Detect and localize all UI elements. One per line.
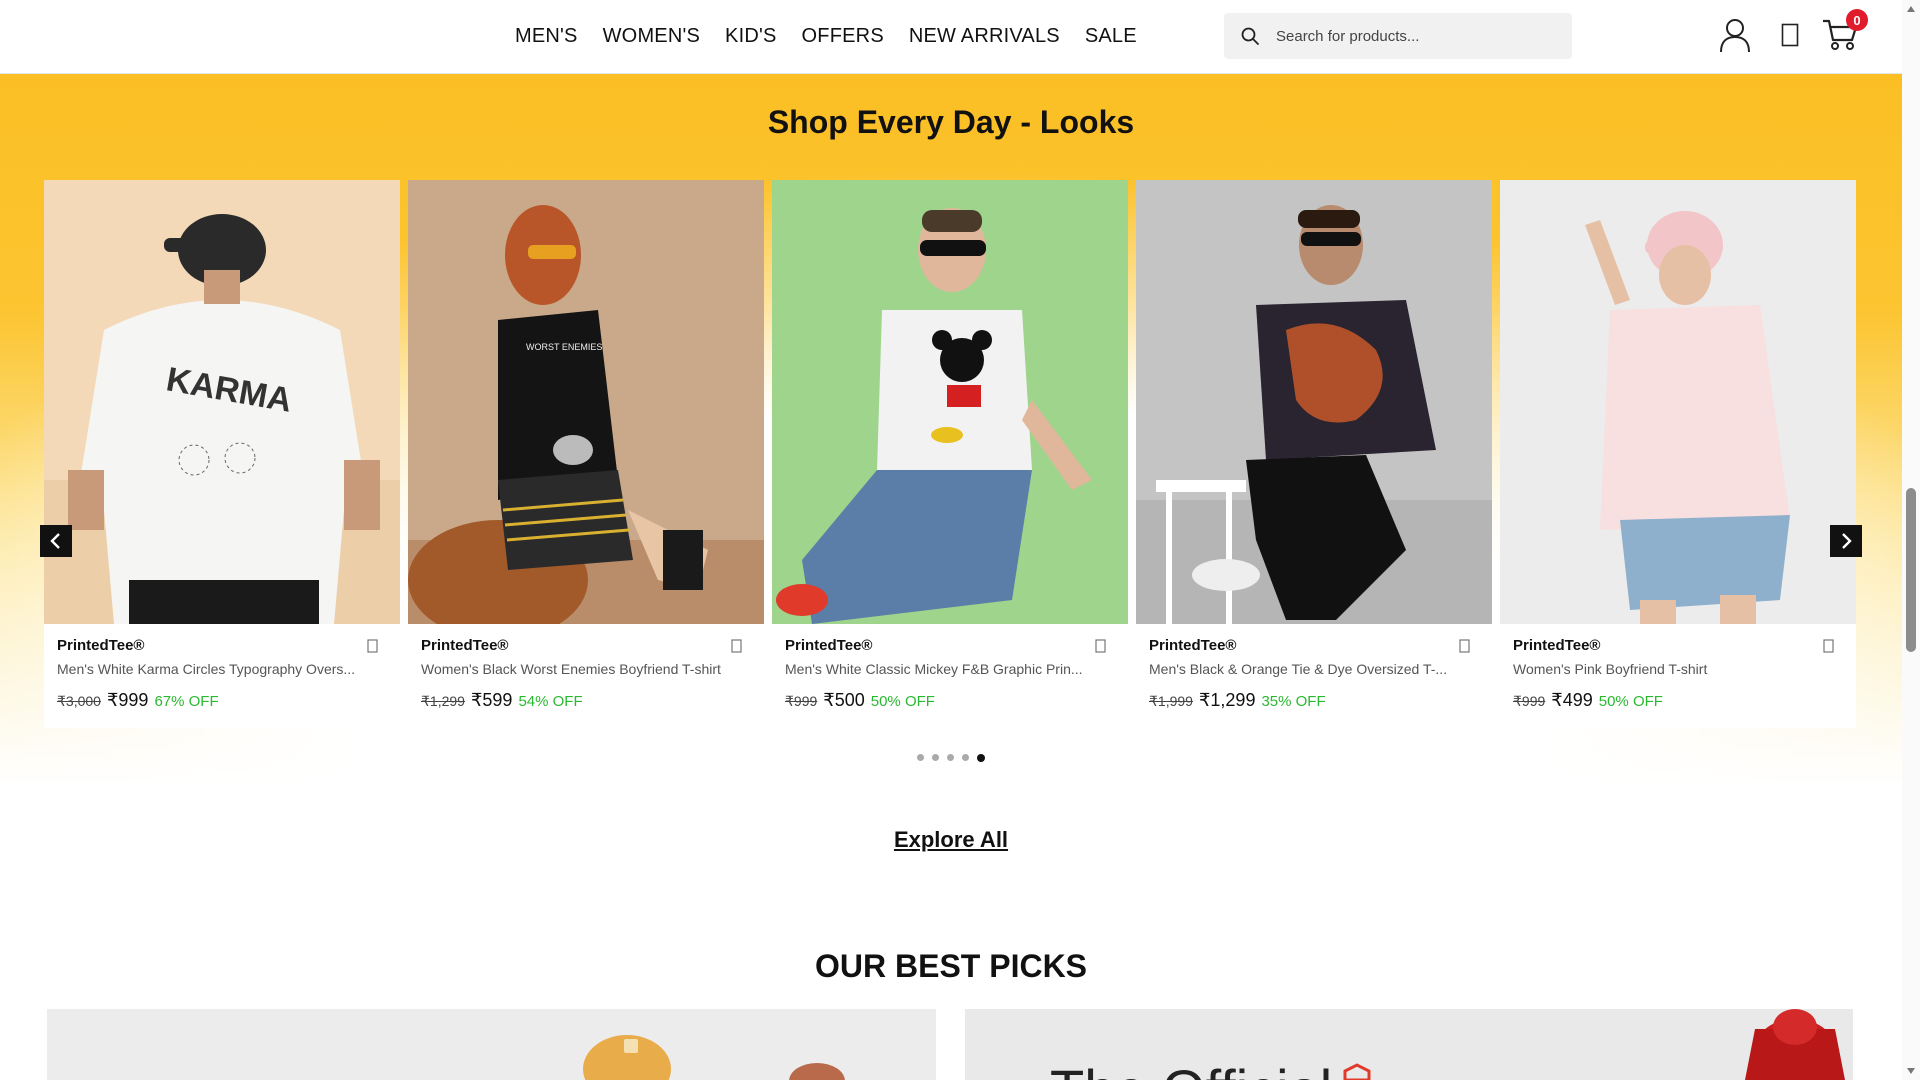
product-price: ₹1,299 — [1198, 690, 1256, 710]
cart-count-badge: 0 — [1846, 9, 1868, 31]
product-brand: PrintedTee® — [421, 637, 509, 654]
product-image[interactable] — [1500, 180, 1856, 624]
product-discount: 67% OFF — [154, 693, 219, 710]
product-info: PrintedTee® Men's White Karma Circles Ty… — [44, 624, 400, 711]
product-card[interactable]: KARMA PrintedTee® Men's White Karma Circ… — [44, 180, 400, 728]
scroll-up-icon[interactable] — [1906, 4, 1916, 14]
product-image[interactable]: KARMA — [44, 180, 400, 624]
product-discount: 35% OFF — [1261, 693, 1326, 710]
chevron-right-icon — [1842, 533, 1852, 549]
carousel-dot[interactable] — [947, 754, 954, 761]
carousel-prev-button[interactable] — [40, 525, 72, 557]
product-image[interactable]: WORST ENEMIES — [408, 180, 764, 624]
product-image[interactable] — [772, 180, 1128, 624]
best-picks-title: OUR BEST PICKS — [0, 948, 1902, 985]
carousel-dots — [917, 754, 985, 762]
search-icon[interactable] — [1224, 26, 1276, 46]
wishlist-icon[interactable] — [367, 639, 378, 658]
cart-icon[interactable]: 0 — [1820, 9, 1868, 55]
wishlist-icon[interactable] — [731, 639, 742, 658]
wishlist-icon[interactable] — [1774, 15, 1806, 55]
product-mrp: ₹3,000 — [57, 693, 101, 709]
nav-womens[interactable]: WOMEN'S — [603, 22, 700, 50]
user-icon[interactable] — [1716, 15, 1754, 55]
carousel-dot-active[interactable] — [977, 754, 985, 762]
product-card[interactable]: PrintedTee® Women's Pink Boyfriend T-shi… — [1500, 180, 1856, 728]
price-row: ₹999 ₹499 50% OFF — [1513, 690, 1843, 711]
scrollbar-thumb[interactable] — [1906, 488, 1916, 652]
price-row: ₹3,000 ₹999 67% OFF — [57, 690, 387, 711]
page-scrollbar[interactable] — [1902, 0, 1920, 1080]
product-image[interactable] — [1136, 180, 1492, 624]
product-carousel: KARMA PrintedTee® Men's White Karma Circ… — [44, 180, 1858, 728]
product-mrp: ₹999 — [785, 693, 818, 709]
header-actions: 0 — [1716, 9, 1868, 55]
product-card[interactable]: PrintedTee® Men's White Classic Mickey F… — [772, 180, 1128, 728]
section-title-prefix: Shop Every Day - — [767, 104, 1040, 140]
product-price: ₹500 — [823, 690, 865, 710]
nav-kids[interactable]: KID'S — [725, 22, 777, 50]
product-info: PrintedTee® Women's Pink Boyfriend T-shi… — [1500, 624, 1856, 711]
nav-mens[interactable]: MEN'S — [515, 22, 578, 50]
product-price: ₹599 — [470, 690, 513, 710]
product-price: ₹499 — [1551, 690, 1593, 710]
wishlist-icon[interactable] — [1095, 639, 1106, 658]
best-picks-title-bold: BEST PICKS — [894, 948, 1088, 984]
wishlist-icon[interactable] — [1459, 639, 1470, 658]
product-name[interactable]: Women's Black Worst Enemies Boyfriend T-… — [421, 661, 721, 677]
best-picks-title-prefix: OUR — [814, 948, 895, 984]
product-card[interactable]: WORST ENEMIES PrintedTee® Women's Black … — [408, 180, 764, 728]
search-input[interactable] — [1276, 27, 1556, 45]
product-card[interactable]: PrintedTee® Men's Black & Orange Tie & D… — [1136, 180, 1492, 728]
search-box — [1224, 13, 1572, 59]
product-price: ₹999 — [106, 690, 149, 710]
looks-section: Shop Every Day - Looks KARMA PrintedTee®… — [0, 74, 1902, 864]
price-row: ₹1,999 ₹1,299 35% OFF — [1149, 690, 1479, 711]
section-title-bold: Looks — [1039, 104, 1135, 140]
main-nav: MEN'S WOMEN'S KID'S OFFERS NEW ARRIVALS … — [515, 22, 1162, 50]
carousel-dot[interactable] — [932, 754, 939, 761]
section-title: Shop Every Day - Looks — [0, 104, 1902, 141]
site-header: MEN'S WOMEN'S KID'S OFFERS NEW ARRIVALS … — [0, 0, 1902, 74]
explore-container: Explore All — [0, 827, 1902, 853]
product-name[interactable]: Men's Black & Orange Tie & Dye Oversized… — [1149, 661, 1449, 677]
banner-image — [1343, 1009, 1845, 1080]
nav-sale[interactable]: SALE — [1085, 22, 1137, 50]
product-discount: 54% OFF — [518, 693, 583, 710]
wishlist-icon[interactable] — [1823, 639, 1834, 658]
product-brand: PrintedTee® — [785, 637, 873, 654]
product-brand: PrintedTee® — [1149, 637, 1237, 654]
product-mrp: ₹1,999 — [1149, 693, 1193, 709]
product-name[interactable]: Women's Pink Boyfriend T-shirt — [1513, 661, 1813, 677]
scroll-down-icon[interactable] — [1906, 1066, 1916, 1076]
product-name[interactable]: Men's White Karma Circles Typography Ove… — [57, 661, 357, 677]
price-row: ₹1,299 ₹599 54% OFF — [421, 690, 751, 711]
product-brand: PrintedTee® — [57, 637, 145, 654]
chevron-left-icon — [50, 533, 60, 549]
carousel-dot[interactable] — [962, 754, 969, 761]
explore-all-link[interactable]: Explore All — [894, 827, 1008, 852]
product-brand: PrintedTee® — [1513, 637, 1601, 654]
carousel-dot[interactable] — [917, 754, 924, 761]
banner-image — [47, 1009, 936, 1080]
best-pick-banner[interactable]: The Official — [965, 1009, 1853, 1080]
nav-offers[interactable]: OFFERS — [802, 22, 884, 50]
product-name[interactable]: Men's White Classic Mickey F&B Graphic P… — [785, 661, 1085, 677]
product-discount: 50% OFF — [1598, 693, 1663, 710]
product-info: PrintedTee® Men's Black & Orange Tie & D… — [1136, 624, 1492, 711]
product-info: PrintedTee® Men's White Classic Mickey F… — [772, 624, 1128, 711]
best-pick-banner[interactable] — [47, 1009, 936, 1080]
product-info: PrintedTee® Women's Black Worst Enemies … — [408, 624, 764, 711]
price-row: ₹999 ₹500 50% OFF — [785, 690, 1115, 711]
product-mrp: ₹999 — [1513, 693, 1546, 709]
svg-text:WORST ENEMIES: WORST ENEMIES — [526, 342, 602, 352]
carousel-next-button[interactable] — [1830, 525, 1862, 557]
product-mrp: ₹1,299 — [421, 693, 465, 709]
nav-new-arrivals[interactable]: NEW ARRIVALS — [909, 22, 1060, 50]
product-discount: 50% OFF — [870, 693, 935, 710]
